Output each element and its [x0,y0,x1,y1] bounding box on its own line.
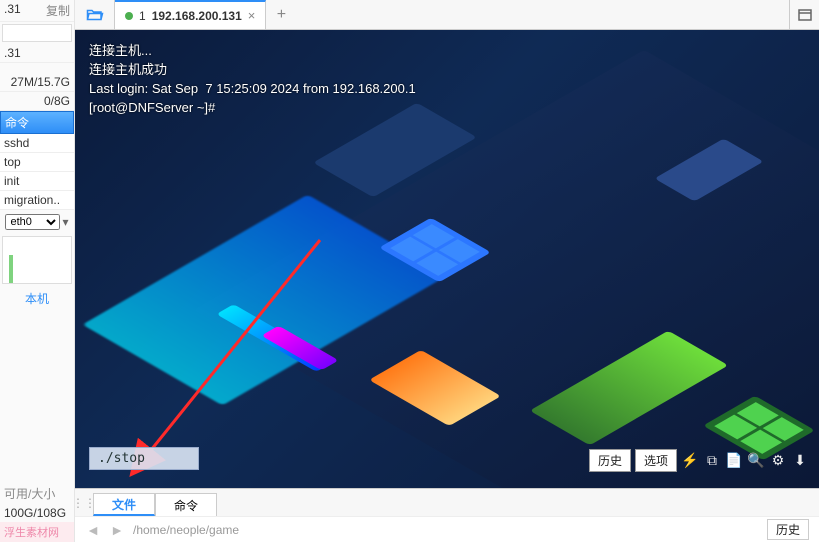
search-icon[interactable]: 🔍 [747,452,765,470]
sidebar: .31 复制 .31 27M/15.7G 0/8G 命令 sshd top in… [0,0,75,542]
history-button[interactable]: 历史 [589,449,631,472]
close-tab-button[interactable]: × [248,8,256,23]
options-button[interactable]: 选项 [635,449,677,472]
open-folder-button[interactable] [75,0,115,29]
sidebar-top-row: .31 复制 [0,0,74,22]
proc-item[interactable]: init [0,172,74,191]
path-bar: ◄ ► /home/neople/game 历史 [75,516,819,542]
iface-select[interactable]: eth0 [5,214,60,230]
session-tab[interactable]: 1 192.168.200.131 × [115,0,266,29]
window-icon [796,7,814,23]
tab-file[interactable]: 文件 [93,493,155,516]
net-graph [2,236,72,284]
watermark: 浮生素材网 [0,522,74,542]
new-tab-button[interactable]: + [266,0,296,29]
download-icon[interactable]: ⬇ [791,452,809,470]
proc-item[interactable]: top [0,153,74,172]
mem-stat: 27M/15.7G [0,73,74,92]
tab-title: 192.168.200.131 [152,9,242,23]
grip-icon[interactable]: ⋮⋮ [75,489,93,516]
terminal-command-input[interactable] [89,447,199,470]
nav-back-button[interactable]: ◄ [85,522,101,538]
copy-icon[interactable]: ⧉ [703,452,721,470]
proc-item[interactable]: sshd [0,134,74,153]
ip-line: .31 [0,44,74,63]
copy-button[interactable]: 复制 [46,2,70,19]
swap-stat: 0/8G [0,92,74,111]
path-text[interactable]: /home/neople/game [133,523,239,537]
cmd-header[interactable]: 命令 [0,111,74,134]
session-tabbar: 1 192.168.200.131 × + [75,0,819,30]
bottom-tabbar: ⋮⋮ 文件 命令 [75,488,819,516]
status-dot-icon [125,12,133,20]
iface-select-row: eth0 ▾ [0,210,74,234]
window-menu-button[interactable] [789,0,819,29]
ip-short: .31 [4,2,21,19]
paste-icon[interactable]: 📄 [725,452,743,470]
tab-cmd[interactable]: 命令 [155,493,217,516]
terminal-output: 连接主机... 连接主机成功 Last login: Sat Sep 7 15:… [89,42,416,118]
proc-item[interactable]: migration.. [0,191,74,210]
folder-open-icon [86,7,104,23]
path-history-button[interactable]: 历史 [767,519,809,540]
nav-forward-button[interactable]: ► [109,522,125,538]
bolt-icon[interactable]: ⚡ [681,452,699,470]
gear-icon[interactable]: ⚙ [769,452,787,470]
terminal-toolbar: 历史 选项 ⚡ ⧉ 📄 🔍 ⚙ ⬇ [589,449,809,472]
terminal[interactable]: 连接主机... 连接主机成功 Last login: Sat Sep 7 15:… [75,30,819,488]
disk-stat: 100G/108G [0,504,74,522]
local-label[interactable]: 本机 [0,286,74,311]
chevron-down-icon: ▾ [62,215,68,229]
tab-index: 1 [139,9,146,23]
sidebar-input[interactable] [2,24,72,42]
disk-label: 可用/大小 [0,483,74,504]
